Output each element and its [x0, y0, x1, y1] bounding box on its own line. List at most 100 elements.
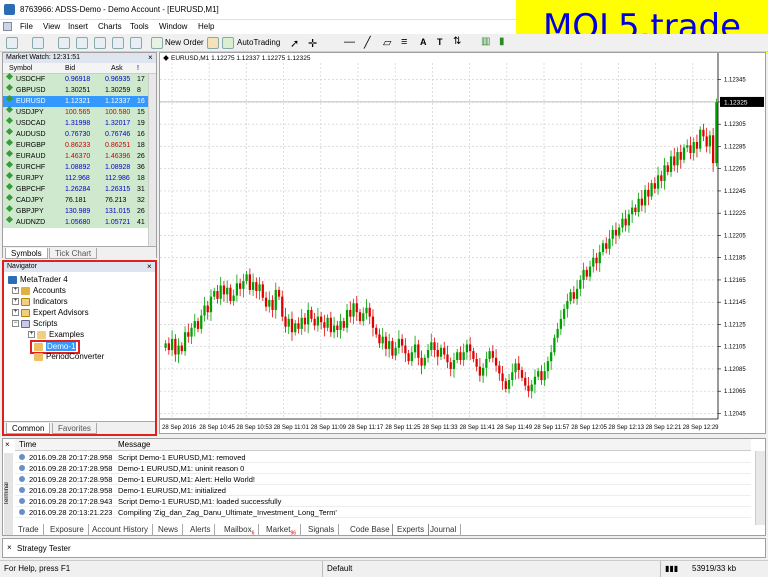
tab-journal[interactable]: Journal: [426, 524, 462, 536]
navigator-icon[interactable]: [94, 37, 106, 49]
tester-icon[interactable]: [130, 37, 142, 49]
expand-icon[interactable]: +: [12, 298, 19, 306]
candle-body: [183, 332, 187, 352]
collapse-icon[interactable]: −: [12, 320, 19, 328]
market-watch-row[interactable]: EURUSD 1.12321 1.12337 16: [3, 94, 148, 107]
tab-account-history[interactable]: Account History: [88, 524, 154, 536]
tab-favorites[interactable]: Favorites: [52, 423, 97, 434]
new-order-icon[interactable]: [151, 37, 163, 49]
market-watch-row[interactable]: GBPJPY 130.989 131.015 26: [3, 204, 148, 217]
tab-alerts[interactable]: Alerts: [186, 524, 216, 536]
nav-metatrader[interactable]: MetaTrader 4: [8, 275, 68, 285]
crosshair-icon[interactable]: ✛: [308, 37, 317, 50]
market-watch-row[interactable]: CADJPY 76.181 76.213 32: [3, 193, 148, 206]
nav-scripts[interactable]: − Scripts: [12, 319, 57, 329]
tab-news[interactable]: News: [154, 524, 184, 536]
data-window-icon[interactable]: [76, 37, 88, 49]
expand-icon[interactable]: +: [12, 309, 19, 317]
chart-window[interactable]: 28 Sep 2016 28 Sep 10:45 28 Sep 10:53 28 Se…: [159, 52, 766, 434]
strategy-tester-label[interactable]: Strategy Tester: [17, 544, 71, 553]
tab-common[interactable]: Common: [6, 423, 51, 434]
fibo-icon[interactable]: ≡: [401, 36, 407, 48]
col-time[interactable]: Time: [19, 439, 36, 451]
log-row[interactable]: 2016.09.28 20:17:28.958 Demo-1 EURUSD,M1:…: [15, 474, 751, 485]
candle-body: [355, 303, 358, 313]
menu-window[interactable]: Window: [159, 22, 187, 31]
window-title: 8763966: ADSS-Demo - Demo Account - [EUR…: [20, 5, 219, 14]
market-watch-row[interactable]: AUDUSD 0.76730 0.76746 16: [3, 127, 148, 140]
arrows-icon[interactable]: ⇅: [453, 36, 461, 47]
tab-symbols[interactable]: Symbols: [5, 248, 48, 259]
menu-insert[interactable]: Insert: [68, 22, 88, 31]
tab-mailbox[interactable]: Mailbox6: [220, 524, 260, 537]
market-watch-row[interactable]: GBPUSD 1.30251 1.30259 8: [3, 83, 148, 96]
nav-examples[interactable]: + Examples: [28, 330, 84, 340]
menu-help[interactable]: Help: [198, 22, 214, 31]
tab-code-base[interactable]: Code Base: [346, 524, 395, 536]
autotrading-icon[interactable]: [222, 37, 234, 49]
new-order-button[interactable]: New Order: [165, 38, 204, 47]
col-bid[interactable]: Bid: [65, 63, 75, 74]
expand-icon[interactable]: +: [12, 287, 19, 295]
trendline-icon[interactable]: ╱: [364, 36, 371, 49]
market-watch-row[interactable]: USDJPY 100.565 100.580 15: [3, 105, 148, 118]
close-icon[interactable]: ×: [5, 440, 10, 449]
nav-expert-advisors[interactable]: + Expert Advisors: [12, 308, 89, 318]
menu-charts[interactable]: Charts: [98, 22, 122, 31]
hline-icon[interactable]: —: [344, 36, 355, 48]
cursor-icon[interactable]: ➚: [290, 37, 299, 50]
tab-market[interactable]: Market96: [262, 524, 302, 537]
tab-experts[interactable]: Experts: [392, 524, 430, 536]
tab-tick-chart[interactable]: Tick Chart: [49, 248, 98, 259]
col-ask[interactable]: Ask: [111, 63, 123, 74]
bar-chart-icon[interactable]: ▥: [481, 36, 490, 47]
log-row[interactable]: 2016.09.28 20:17:28.958 Demo-1 EURUSD,M1:…: [15, 485, 751, 496]
new-chart-icon[interactable]: [6, 37, 18, 49]
menu-tools[interactable]: Tools: [130, 22, 149, 31]
x-tick-label: 28 Sep 11:17: [348, 425, 384, 431]
market-watch-row[interactable]: GBPCHF 1.26284 1.26315 31: [3, 182, 148, 195]
nav-accounts[interactable]: + Accounts: [12, 286, 66, 296]
scrollbar[interactable]: [755, 451, 765, 525]
log-row[interactable]: 2016.09.28 20:13:21.223 Compiling 'Zig_da…: [15, 507, 751, 518]
menu-file[interactable]: File: [20, 22, 33, 31]
market-watch-row[interactable]: EURAUD 1.46370 1.46396 26: [3, 149, 148, 162]
col-symbol[interactable]: Symbol: [9, 63, 32, 74]
nav-periodconverter[interactable]: PeriodConverter: [34, 352, 104, 362]
log-row[interactable]: 2016.09.28 20:17:28.958 Script Demo-1 EUR…: [15, 452, 751, 463]
close-icon[interactable]: ×: [7, 543, 12, 552]
metaeditor-icon[interactable]: [207, 37, 219, 49]
tab-exposure[interactable]: Exposure: [46, 524, 89, 536]
channel-icon[interactable]: ▱: [383, 36, 391, 49]
market-watch-row[interactable]: EURGBP 0.86233 0.86251 18: [3, 138, 148, 151]
log-row[interactable]: 2016.09.28 20:17:28.958 Demo-1 EURUSD,M1:…: [15, 463, 751, 474]
text-icon[interactable]: A: [420, 37, 427, 47]
tab-trade[interactable]: Trade: [14, 524, 44, 536]
scrollbar[interactable]: [148, 74, 156, 246]
market-watch-icon[interactable]: [58, 37, 70, 49]
autotrading-button[interactable]: AutoTrading: [237, 38, 280, 47]
menu-view[interactable]: View: [43, 22, 60, 31]
candle-body: [430, 342, 433, 351]
nav-indicators[interactable]: + Indicators: [12, 297, 68, 307]
price-chart[interactable]: 28 Sep 2016 28 Sep 10:45 28 Sep 10:53 28 Se…: [160, 53, 765, 433]
market-watch-row[interactable]: AUDNZD 1.05680 1.05721 41: [3, 215, 148, 228]
col-spread[interactable]: !: [137, 63, 139, 74]
col-message[interactable]: Message: [118, 439, 150, 451]
expand-icon[interactable]: +: [28, 331, 35, 339]
profiles-icon[interactable]: [32, 37, 44, 49]
tab-signals[interactable]: Signals: [304, 524, 340, 536]
log-row[interactable]: 2016.09.28 20:17:28.943 Script Demo-1 EUR…: [15, 496, 751, 507]
candles-icon[interactable]: ▮: [499, 36, 505, 47]
terminal-icon[interactable]: [112, 37, 124, 49]
symbol-icon: [5, 171, 14, 180]
market-watch-row[interactable]: USDCAD 1.31998 1.32017 19: [3, 116, 148, 129]
market-watch-row[interactable]: EURJPY 112.968 112.986 18: [3, 171, 148, 184]
candle-body: [206, 305, 209, 313]
close-icon[interactable]: ×: [148, 53, 153, 63]
market-watch-row[interactable]: EURCHF 1.08892 1.08928 36: [3, 160, 148, 173]
candle-body: [164, 343, 167, 348]
market-watch-row[interactable]: USDCHF 0.96918 0.96935 17: [3, 72, 148, 85]
close-icon[interactable]: ×: [147, 262, 152, 272]
label-icon[interactable]: T: [437, 37, 443, 47]
